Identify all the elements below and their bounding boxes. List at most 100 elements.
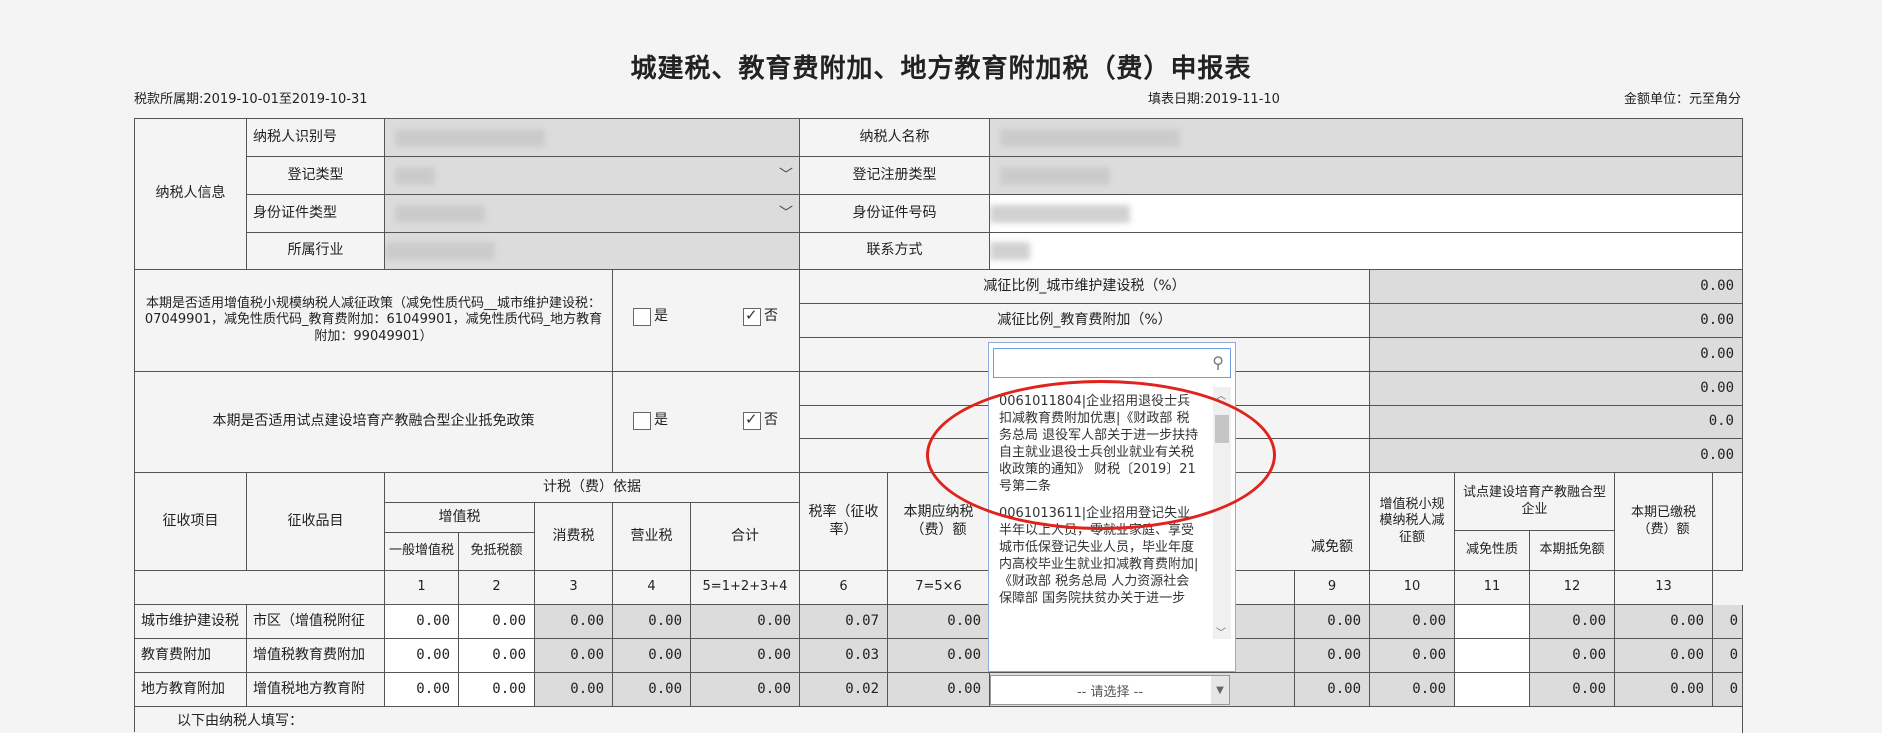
redacted-text xyxy=(990,242,1030,260)
refund-value: 0 xyxy=(1713,605,1743,639)
id-doc-number-field[interactable] xyxy=(990,195,1743,233)
industry-label: 所属行业 xyxy=(247,233,385,270)
reduction-value: 0.00 xyxy=(1295,673,1370,707)
id-doc-type-select[interactable]: ﹀ xyxy=(385,195,800,233)
scroll-thumb[interactable] xyxy=(1215,415,1229,443)
exempt-vat-input[interactable]: 0.00 xyxy=(459,673,535,707)
row-subitem: 增值税地方教育附 xyxy=(247,673,385,707)
exempt-vat-input[interactable]: 0.00 xyxy=(459,605,535,639)
page-title: 城建税、教育费附加、地方教育附加税（费）申报表 xyxy=(630,54,1252,84)
header-rate: 税率（征收率） xyxy=(800,473,888,571)
ratio-urban-label: 减征比例_城市维护建设税（%） xyxy=(800,270,1370,304)
select-placeholder: -- 请选择 -- xyxy=(1076,684,1144,700)
dropdown-options: 0061011804|企业招用退役士兵扣减教育费附加优惠|《财政部 税务总局 退… xyxy=(999,393,1199,655)
taxpayer-name-label: 纳税人名称 xyxy=(800,119,990,157)
policy1-no-checkbox[interactable]: 否 xyxy=(743,306,778,326)
ratio-urban-value: 0.00 xyxy=(1370,270,1743,304)
payable-value: 0.00 xyxy=(888,605,990,639)
business-value: 0.00 xyxy=(613,639,691,673)
checkbox-unchecked-icon xyxy=(633,412,651,430)
policy2-text: 本期是否适用试点建设培育产教融合型企业抵免政策 xyxy=(135,372,613,473)
scroll-down-icon[interactable]: ﹀ xyxy=(1216,624,1226,639)
reduction-value: 0.00 xyxy=(1295,639,1370,673)
contact-field[interactable] xyxy=(990,233,1743,270)
paid-value: 0.00 xyxy=(1615,605,1713,639)
exempt-vat-input[interactable]: 0.00 xyxy=(459,639,535,673)
taxpayer-name-field xyxy=(990,119,1743,157)
header-business: 营业税 xyxy=(613,503,691,571)
col-number: 1 xyxy=(385,571,459,605)
col-number: 2 xyxy=(459,571,535,605)
exempt-nature-cell[interactable] xyxy=(1455,639,1530,673)
col-number: 13 xyxy=(1615,571,1713,605)
header-total: 合计 xyxy=(691,503,800,571)
general-vat-input[interactable]: 0.00 xyxy=(385,673,459,707)
header-credit: 本期抵免额 xyxy=(1530,531,1615,571)
id-doc-type-label: 身份证件类型 xyxy=(247,195,385,233)
header-exempt-vat: 免抵税额 xyxy=(459,533,535,571)
header-basis: 计税（费）依据 xyxy=(385,473,800,503)
ratio-edu-label: 减征比例_教育费附加（%） xyxy=(800,304,1370,338)
dropdown-option[interactable]: 0061013611|企业招用登记失业半年以上人员，零就业家庭、享受城市低保登记… xyxy=(999,505,1199,607)
dropdown-search-input[interactable]: ⚲ xyxy=(993,348,1231,378)
payable-value: 0.00 xyxy=(888,673,990,707)
taxpayer-id-field xyxy=(385,119,800,157)
policy1-yes-checkbox[interactable]: 是 xyxy=(633,308,668,326)
row-item: 城市维护建设税 xyxy=(135,605,247,639)
policy2-no-checkbox[interactable]: 否 xyxy=(743,410,778,430)
header-reduction: 减免额 xyxy=(1295,473,1370,571)
dropdown-scrollbar[interactable]: ︿ ﹀ xyxy=(1213,387,1231,639)
fill-date: 填表日期:2019-11-10 xyxy=(1148,92,1280,107)
reg-reg-type-field xyxy=(990,157,1743,195)
taxpayer-info-label: 纳税人信息 xyxy=(135,119,247,270)
total-value: 0.00 xyxy=(691,639,800,673)
header-small-scale: 增值税小规模纳税人减征额 xyxy=(1370,473,1455,571)
header-levy-item: 征收项目 xyxy=(135,473,247,571)
total-value: 0.00 xyxy=(691,605,800,639)
reg-type-select[interactable]: ﹀ xyxy=(385,157,800,195)
chevron-down-icon: ﹀ xyxy=(779,204,793,221)
consumption-value: 0.00 xyxy=(535,605,613,639)
row-subitem: 市区（增值税附征 xyxy=(247,605,385,639)
checkbox-checked-icon xyxy=(743,410,761,430)
policy1-options: 是 否 xyxy=(613,270,800,372)
header-levy-subitem: 征收品目 xyxy=(247,473,385,571)
checkbox-checked-icon xyxy=(743,306,761,326)
business-value: 0.00 xyxy=(613,673,691,707)
redacted-text xyxy=(395,205,485,223)
redacted-text xyxy=(395,167,435,185)
payable-value: 0.00 xyxy=(888,639,990,673)
redacted-text xyxy=(385,242,495,260)
chevron-down-icon: ﹀ xyxy=(779,166,793,183)
exempt-nature-cell[interactable] xyxy=(1455,673,1530,707)
business-value: 0.00 xyxy=(613,605,691,639)
col-number: 6 xyxy=(800,571,888,605)
ratio-row6-value: 0.00 xyxy=(1370,439,1743,473)
header-general-vat: 一般增值税 xyxy=(385,533,459,571)
policy1-text: 本期是否适用增值税小规模纳税人减征政策（减免性质代码__城市维护建设税：0704… xyxy=(135,270,613,372)
rate-value: 0.02 xyxy=(800,673,888,707)
scroll-up-icon[interactable]: ︿ xyxy=(1216,387,1226,402)
row-item: 教育费附加 xyxy=(135,639,247,673)
dropdown-option[interactable]: 0061011804|企业招用退役士兵扣减教育费附加优惠|《财政部 税务总局 退… xyxy=(999,393,1199,495)
paid-value: 0.00 xyxy=(1615,673,1713,707)
yes-label: 是 xyxy=(654,308,668,325)
col-number: 10 xyxy=(1370,571,1455,605)
policy2-yes-checkbox[interactable]: 是 xyxy=(633,412,668,430)
redacted-text xyxy=(990,205,1130,223)
small-scale-value: 0.00 xyxy=(1370,639,1455,673)
header-pilot: 试点建设培育产教融合型企业 xyxy=(1455,473,1615,531)
col-number: 4 xyxy=(613,571,691,605)
exemption-select-row3[interactable]: -- 请选择 -- ▼ xyxy=(990,675,1230,705)
no-label: 否 xyxy=(764,412,778,429)
reduction-value: 0.00 xyxy=(1295,605,1370,639)
col-number: 3 xyxy=(535,571,613,605)
footer-note: 以下由纳税人填写： xyxy=(135,707,1743,733)
general-vat-input[interactable]: 0.00 xyxy=(385,639,459,673)
exempt-nature-cell[interactable] xyxy=(1455,605,1530,639)
general-vat-input[interactable]: 0.00 xyxy=(385,605,459,639)
header-consumption: 消费税 xyxy=(535,503,613,571)
no-label: 否 xyxy=(764,308,778,325)
header-exempt-nature: 减免性质 xyxy=(1455,531,1530,571)
chevron-down-icon: ▼ xyxy=(1211,676,1229,704)
